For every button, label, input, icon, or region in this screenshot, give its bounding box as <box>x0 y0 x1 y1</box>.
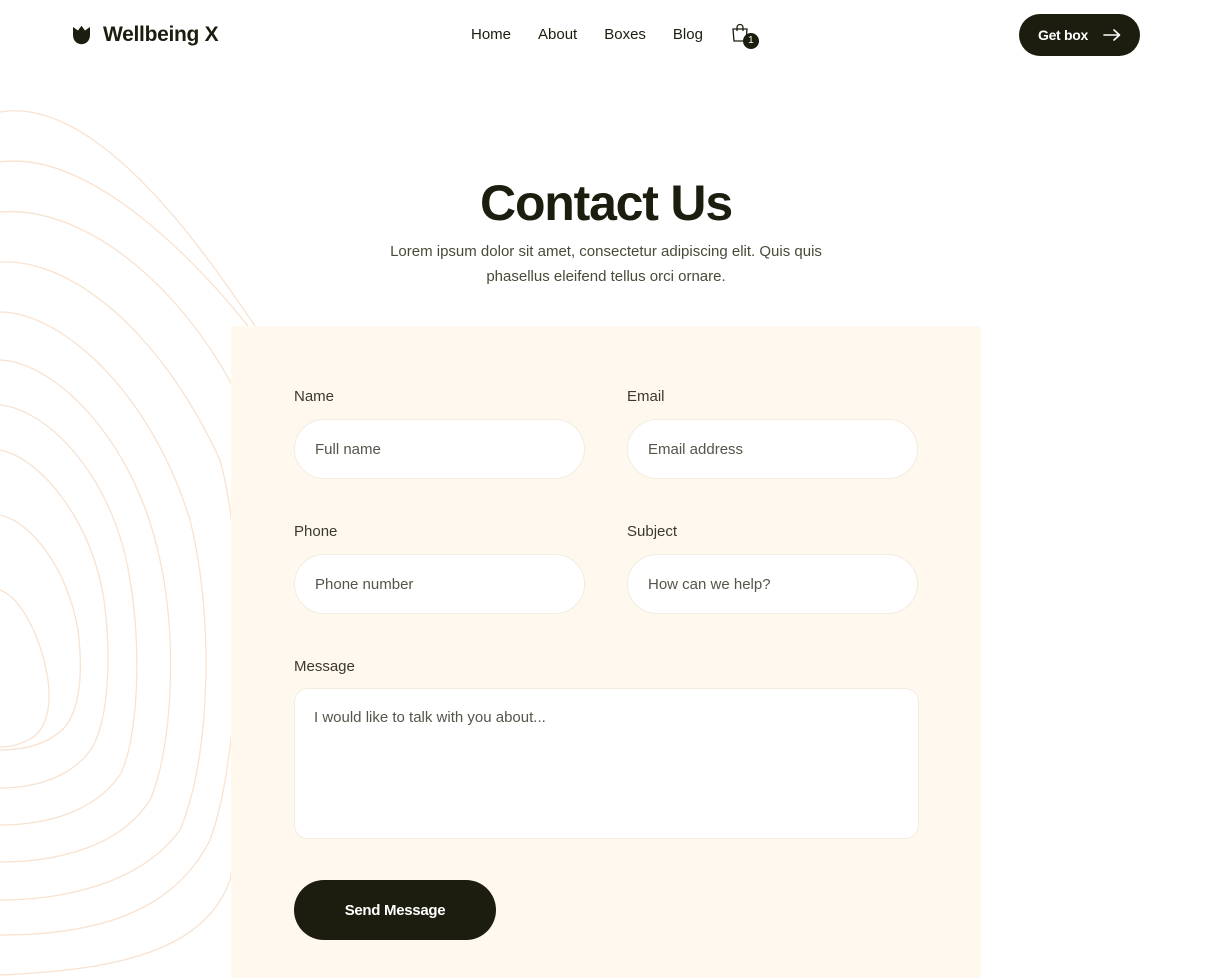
nav-item-blog[interactable]: Blog <box>673 25 703 45</box>
contact-form-panel: Name Email Phone Subject Message Send Me… <box>231 326 981 978</box>
brand-name: Wellbeing X <box>103 23 219 46</box>
message-textarea[interactable] <box>294 688 919 839</box>
page-title: Contact Us <box>480 175 733 231</box>
get-box-button[interactable]: Get box <box>1019 14 1140 56</box>
decorative-contour-lines <box>0 110 256 976</box>
phone-label: Phone <box>294 523 338 540</box>
page-subtitle: Lorem ipsum dolor sit amet, consectetur … <box>390 243 822 285</box>
cart-count-badge: 1 <box>742 33 759 49</box>
arrow-right-icon <box>1103 29 1121 41</box>
cart-button[interactable]: 1 <box>730 23 759 49</box>
brand-logo[interactable]: Wellbeing X <box>72 23 219 47</box>
email-label: Email <box>627 388 665 405</box>
nav-item-home[interactable]: Home <box>471 25 511 45</box>
subject-label: Subject <box>627 523 678 540</box>
tulip-logo-icon <box>73 25 90 45</box>
nav-item-boxes[interactable]: Boxes <box>604 25 646 45</box>
top-navigation: Wellbeing X Home About Boxes Blog 1 Get … <box>0 0 1212 70</box>
email-input[interactable] <box>627 419 918 479</box>
name-input[interactable] <box>294 419 585 479</box>
nav-item-about[interactable]: About <box>538 25 577 45</box>
main-menu: Home About Boxes Blog 1 <box>471 23 759 49</box>
name-label: Name <box>294 388 335 405</box>
get-box-label: Get box <box>1037 27 1089 43</box>
subject-input[interactable] <box>627 554 918 614</box>
message-label: Message <box>294 658 355 675</box>
send-message-button[interactable]: Send Message <box>294 880 496 940</box>
phone-input[interactable] <box>294 554 585 614</box>
